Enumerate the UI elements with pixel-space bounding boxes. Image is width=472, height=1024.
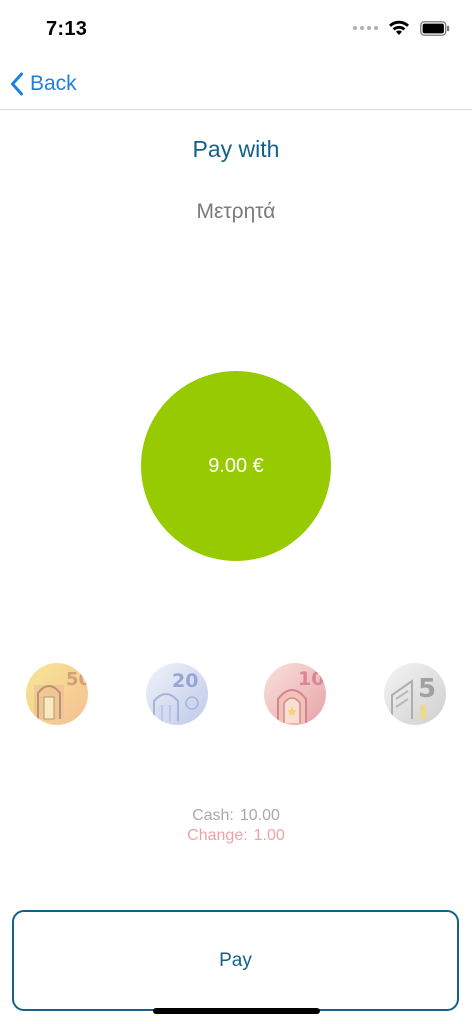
change-value: 1.00	[253, 827, 285, 844]
back-label: Back	[30, 72, 77, 95]
pay-label: Pay	[219, 949, 252, 971]
change-summary: Change: 1.00	[0, 827, 472, 845]
svg-text:5: 5	[418, 674, 436, 704]
change-label: Change:	[187, 827, 248, 844]
cash-value: 10.00	[239, 807, 280, 824]
back-button[interactable]: Back	[10, 68, 77, 100]
svg-text:20: 20	[172, 670, 198, 692]
banknote-50-icon: 50	[26, 663, 88, 725]
pay-button[interactable]: Pay	[12, 910, 459, 1011]
payment-screen: 7:13 Back Pay with Μετρητά 9.00 € 50 20 …	[0, 0, 472, 1024]
banknote-5-button[interactable]: 5	[384, 663, 446, 725]
navigation-bar: Back	[0, 58, 472, 110]
banknote-20-button[interactable]: 20	[146, 663, 208, 725]
wifi-icon	[389, 20, 409, 35]
page-title: Pay with	[192, 136, 280, 162]
signal-dots-icon	[353, 26, 378, 30]
payment-method-label: Μετρητά	[196, 200, 276, 223]
battery-icon	[420, 20, 450, 36]
banknote-50-button[interactable]: 50	[26, 663, 88, 725]
svg-text:50: 50	[66, 669, 88, 690]
amount-value: 9.00 €	[208, 454, 264, 477]
banknote-5-icon: 5	[384, 663, 446, 725]
banknote-10-icon: 10	[264, 663, 326, 725]
status-bar: 7:13	[0, 0, 472, 58]
svg-text:10: 10	[298, 668, 324, 690]
cash-label: Cash:	[192, 807, 234, 824]
chevron-left-icon	[11, 72, 23, 96]
banknote-10-button[interactable]: 10	[264, 663, 326, 725]
cash-summary: Cash: 10.00	[0, 807, 472, 825]
status-icons	[353, 20, 450, 36]
banknote-row: 50 20 10 5	[0, 663, 472, 725]
amount-circle: 9.00 €	[141, 371, 331, 561]
status-time: 7:13	[46, 18, 88, 40]
home-indicator	[153, 1008, 320, 1014]
banknote-20-icon: 20	[146, 663, 208, 725]
